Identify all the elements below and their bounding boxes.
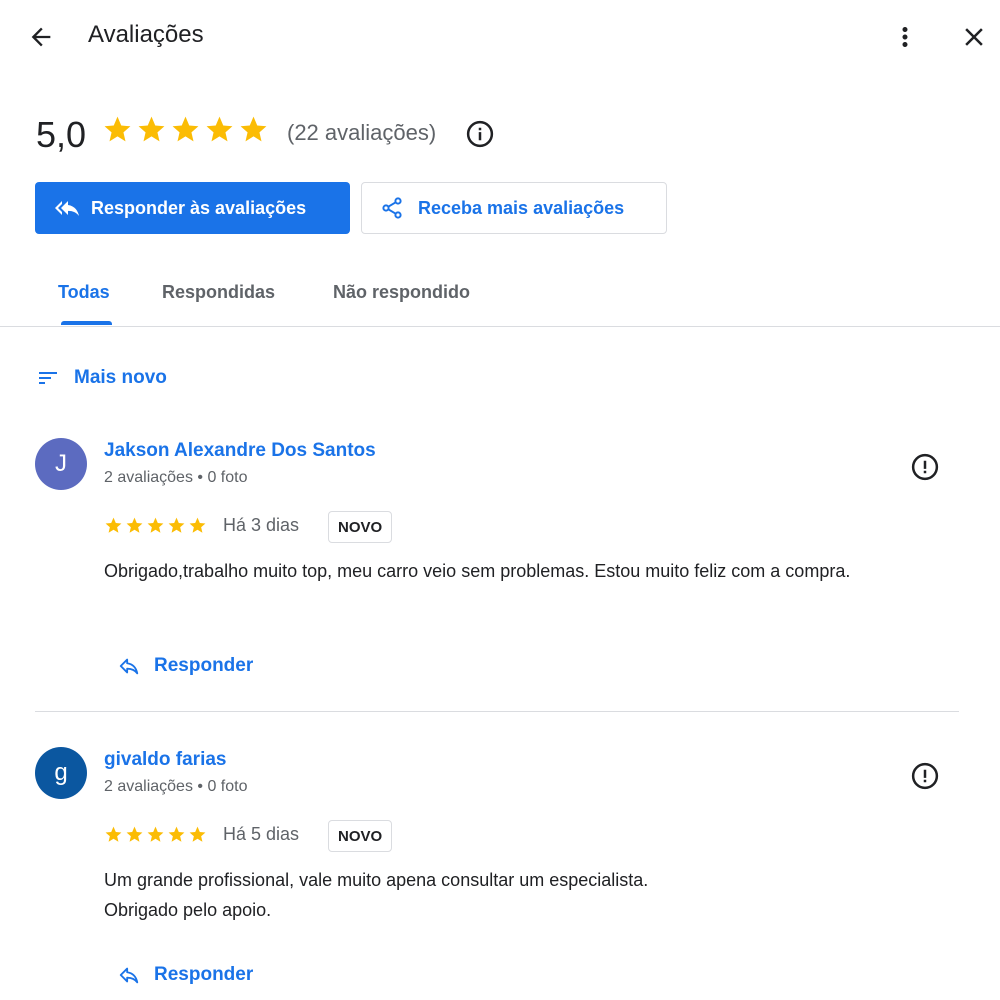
star-icon — [138, 116, 165, 142]
get-more-reviews-label: Receba mais avaliações — [418, 197, 625, 218]
more-options-button[interactable] — [888, 20, 922, 54]
star-icon — [126, 517, 143, 533]
close-button[interactable] — [955, 20, 993, 54]
star-icon — [104, 116, 131, 142]
share-icon — [380, 196, 404, 220]
star-icon — [189, 517, 206, 533]
avatar[interactable]: J — [35, 438, 87, 490]
average-rating: 5,0 — [36, 114, 87, 155]
review-date: Há 5 dias — [223, 824, 300, 844]
report-icon — [911, 453, 939, 481]
reply-button[interactable]: Responder — [118, 964, 253, 986]
reviewer-name[interactable]: givaldo farias — [104, 749, 227, 771]
arrow-left-icon — [31, 27, 51, 47]
average-stars — [102, 114, 269, 145]
reviewer-name[interactable]: Jakson Alexandre Dos Santos — [104, 440, 376, 462]
review-stars — [104, 516, 207, 535]
back-button[interactable] — [22, 20, 60, 54]
review-date: Há 3 dias — [223, 515, 300, 535]
reply-icon — [119, 658, 139, 675]
star-icon — [147, 517, 164, 533]
review-divider — [35, 711, 959, 712]
tab-nao-respondido[interactable]: Não respondido — [333, 282, 470, 303]
sort-button[interactable]: Mais novo — [36, 366, 167, 390]
review-stars — [104, 825, 207, 844]
star-icon — [189, 826, 206, 842]
review-text: Obrigado,trabalho muito top, meu carro v… — [104, 561, 851, 581]
reply-label: Responder — [154, 655, 254, 676]
reviewer-meta: 2 avaliações • 0 foto — [104, 778, 248, 795]
review-text: Um grande profissional, vale muito apena… — [104, 865, 904, 925]
tab-todas[interactable]: Todas — [58, 282, 110, 303]
info-icon — [466, 120, 494, 148]
star-icon — [168, 826, 185, 842]
reply-all-icon — [55, 196, 79, 220]
new-badge: NOVO — [328, 820, 393, 852]
review-count: (22 avaliações) — [287, 120, 437, 145]
sort-label: Mais novo — [74, 367, 167, 388]
star-icon — [206, 116, 233, 142]
close-icon — [965, 28, 983, 46]
reply-label: Responder — [154, 964, 254, 985]
star-icon — [105, 826, 122, 842]
reply-button[interactable]: Responder — [118, 655, 253, 677]
get-more-reviews-button[interactable]: Receba mais avaliações — [361, 182, 667, 234]
report-button[interactable] — [908, 759, 942, 793]
star-icon — [105, 517, 122, 533]
star-icon — [172, 116, 199, 142]
reply-reviews-button[interactable]: Responder às avaliações — [35, 182, 350, 234]
page-title: Avaliações — [88, 21, 204, 48]
star-icon — [147, 826, 164, 842]
reviewer-meta: 2 avaliações • 0 foto — [104, 469, 248, 486]
star-icon — [126, 826, 143, 842]
review-text-line: Um grande profissional, vale muito apena… — [104, 870, 649, 890]
new-badge: NOVO — [328, 511, 393, 543]
star-icon — [168, 517, 185, 533]
reply-reviews-label: Responder às avaliações — [91, 197, 307, 218]
sort-icon — [39, 372, 57, 384]
avatar[interactable]: g — [35, 747, 87, 799]
review-text-line: Obrigado pelo apoio. — [104, 900, 272, 920]
report-button[interactable] — [908, 450, 942, 484]
more-vert-icon — [902, 27, 908, 47]
report-icon — [911, 762, 939, 790]
star-icon — [240, 116, 267, 142]
tab-respondidas[interactable]: Respondidas — [162, 282, 275, 303]
info-button[interactable] — [464, 118, 496, 150]
active-tab-indicator — [61, 321, 112, 325]
tabs-divider — [0, 326, 1000, 327]
reply-icon — [119, 967, 139, 984]
